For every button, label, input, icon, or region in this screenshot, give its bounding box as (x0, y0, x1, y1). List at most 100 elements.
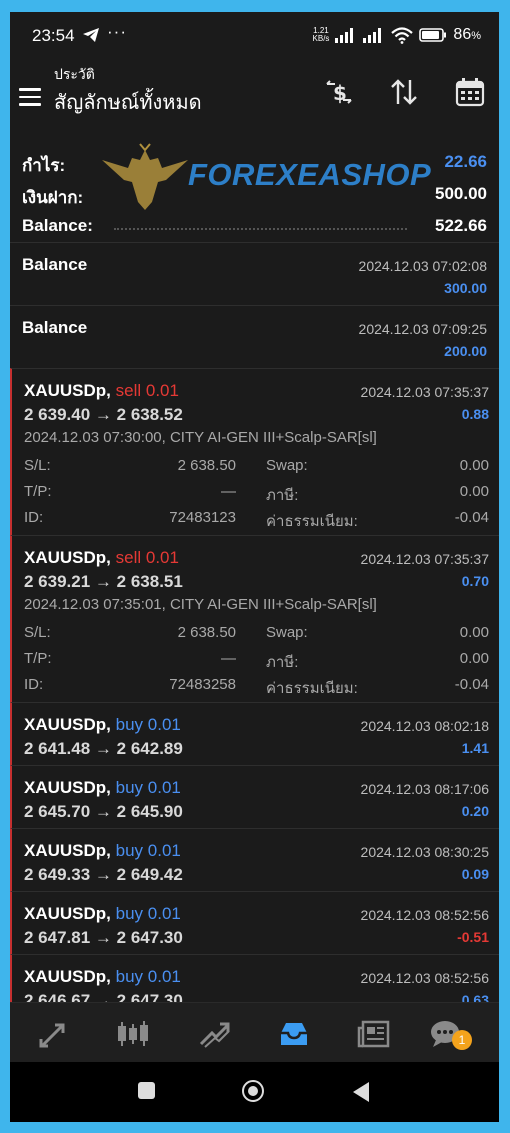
detail-row-tp: T/P: — ภาษี: 0.00 (24, 483, 489, 504)
fee-label: ค่าธรรมเนียม: (266, 680, 358, 697)
deal-symbol-text: XAUUSDp, (24, 715, 111, 734)
status-indicators: 1.21 KB/s 86% (313, 25, 481, 45)
close-price: 2 642.89 (116, 739, 183, 758)
sl-value: 2 638.50 (177, 457, 236, 474)
fee-label: ค่าธรรมเนียม: (266, 513, 358, 530)
bottom-nav (10, 1002, 499, 1063)
deal-prices: 2 646.67 → 2 647.30 (24, 991, 183, 1002)
deal-profit: -0.51 (457, 929, 489, 945)
balance-row: Balance: 522.66 (22, 216, 487, 242)
deal-symbol-text: XAUUSDp, (24, 904, 111, 923)
detail-row-sl: S/L: 2 638.50 Swap: 0.00 (24, 624, 489, 644)
dotted-leader (114, 228, 407, 230)
deal-time: 2024.12.03 07:02:08 (358, 258, 487, 274)
svg-text:$: $ (333, 81, 347, 105)
news-icon[interactable] (357, 1019, 391, 1049)
deal-symbol: XAUUSDp, buy 0.01 (24, 715, 181, 735)
list-item[interactable]: XAUUSDp, buy 0.01 2024.12.03 08:52:56 2 … (10, 891, 499, 954)
deal-time: 2024.12.03 08:52:56 (360, 907, 489, 923)
swap-value: 0.00 (459, 457, 489, 474)
deal-prices: 2 645.70 → 2 645.90 (24, 802, 183, 822)
signal-icon (335, 28, 354, 43)
deal-time: 2024.12.03 07:09:25 (358, 321, 487, 337)
list-item[interactable]: XAUUSDp, buy 0.01 2024.12.03 08:17:06 2 … (10, 765, 499, 828)
calendar-icon[interactable] (454, 76, 486, 108)
open-price: 2 646.67 (24, 991, 91, 1002)
deal-symbol: Balance (22, 318, 88, 337)
deal-time: 2024.12.03 08:52:56 (360, 970, 489, 986)
id-value: 72483258 (169, 676, 236, 693)
battery-value: 86 (453, 26, 472, 43)
sl-value: 2 638.50 (177, 624, 236, 641)
deal-time: 2024.12.03 07:35:37 (360, 551, 489, 567)
list-item[interactable]: Balance 2024.12.03 07:02:08 300.00 (10, 242, 499, 305)
deal-symbol: XAUUSDp, sell 0.01 (24, 381, 179, 401)
deal-type: buy 0.01 (115, 778, 181, 797)
tp-value: — (221, 650, 236, 667)
price-arrow: → (94, 991, 112, 1002)
currency-exchange-icon[interactable]: $ (323, 76, 355, 108)
status-bar: 23:54 ··· 1.21 KB/s 86% (10, 12, 499, 58)
price-arrow: → (94, 928, 112, 947)
open-price: 2 649.33 (24, 865, 91, 884)
id-label: ID: (24, 509, 44, 526)
battery-icon (419, 28, 447, 42)
hamburger-menu-icon[interactable] (19, 88, 41, 106)
deal-profit: 0.09 (461, 866, 489, 882)
telegram-icon (83, 28, 99, 42)
deal-prices: 2 647.81 → 2 647.30 (24, 928, 183, 948)
trade-icon[interactable] (198, 1019, 232, 1049)
quotes-icon[interactable] (37, 1019, 71, 1049)
tp-value: — (221, 483, 236, 500)
network-speed: 1.21 KB/s (313, 27, 330, 43)
deals-list[interactable]: Balance 2024.12.03 07:02:08 300.00 Balan… (10, 242, 499, 1002)
fee-value: -0.04 (454, 676, 489, 693)
close-price: 2 647.30 (116, 991, 183, 1002)
list-item-expanded[interactable]: XAUUSDp, sell 0.01 2024.12.03 07:35:37 2… (10, 535, 499, 702)
tax-value: 0.00 (459, 483, 489, 500)
tax-value: 0.00 (459, 650, 489, 667)
battery-percent: 86% (453, 26, 481, 43)
deal-profit: 0.20 (461, 803, 489, 819)
account-summary: FOREXEASHOP กำไร: 22.66 เงินฝาก: 500.00 … (10, 134, 499, 242)
tp-label: T/P: (24, 650, 52, 667)
close-price: 2 649.42 (116, 865, 183, 884)
balance-value: 522.66 (435, 216, 487, 235)
page-subtitle: ประวัติ (54, 66, 95, 82)
list-item-expanded[interactable]: XAUUSDp, sell 0.01 2024.12.03 07:35:37 2… (10, 368, 499, 535)
deal-symbol: XAUUSDp, buy 0.01 (24, 904, 181, 924)
system-nav-bar (10, 1062, 499, 1122)
close-price: 2 647.30 (116, 928, 183, 947)
deal-time: 2024.12.03 08:30:25 (360, 844, 489, 860)
price-arrow: → (94, 572, 112, 591)
back-button[interactable] (353, 1082, 369, 1102)
tax-label: ภาษี: (266, 654, 299, 671)
phone-screen: 23:54 ··· 1.21 KB/s 86% ประวัติ สัญลักษณ… (10, 12, 499, 1122)
swap-label: Swap: (266, 624, 308, 641)
deal-type: buy 0.01 (115, 967, 181, 986)
open-price: 2 645.70 (24, 802, 91, 821)
list-item[interactable]: XAUUSDp, buy 0.01 2024.12.03 08:30:25 2 … (10, 828, 499, 891)
close-price: 2 645.90 (116, 802, 183, 821)
close-price: 2 638.52 (116, 405, 183, 424)
deal-type: sell 0.01 (115, 548, 179, 567)
list-item[interactable]: Balance 2024.12.03 07:09:25 200.00 (10, 305, 499, 368)
fee-value: -0.04 (454, 509, 489, 526)
deal-symbol-text: XAUUSDp, (24, 841, 111, 860)
tax-label: ภาษี: (266, 487, 299, 504)
list-item[interactable]: XAUUSDp, buy 0.01 2024.12.03 08:52:56 2 … (10, 954, 499, 1002)
deal-profit: 300.00 (444, 280, 487, 296)
deal-profit: 0.63 (461, 992, 489, 1002)
open-price: 2 647.81 (24, 928, 91, 947)
deal-symbol: XAUUSDp, buy 0.01 (24, 967, 181, 987)
history-icon[interactable] (277, 1019, 311, 1049)
page-title[interactable]: สัญลักษณ์ทั้งหมด (54, 86, 202, 118)
sort-icon[interactable] (388, 76, 420, 108)
chart-icon[interactable] (116, 1019, 150, 1049)
deal-profit: 200.00 (444, 343, 487, 359)
open-price: 2 639.21 (24, 572, 91, 591)
list-item[interactable]: XAUUSDp, buy 0.01 2024.12.03 08:02:18 2 … (10, 702, 499, 765)
price-arrow: → (94, 865, 112, 884)
home-button[interactable] (242, 1080, 264, 1102)
recents-button[interactable] (138, 1082, 155, 1099)
